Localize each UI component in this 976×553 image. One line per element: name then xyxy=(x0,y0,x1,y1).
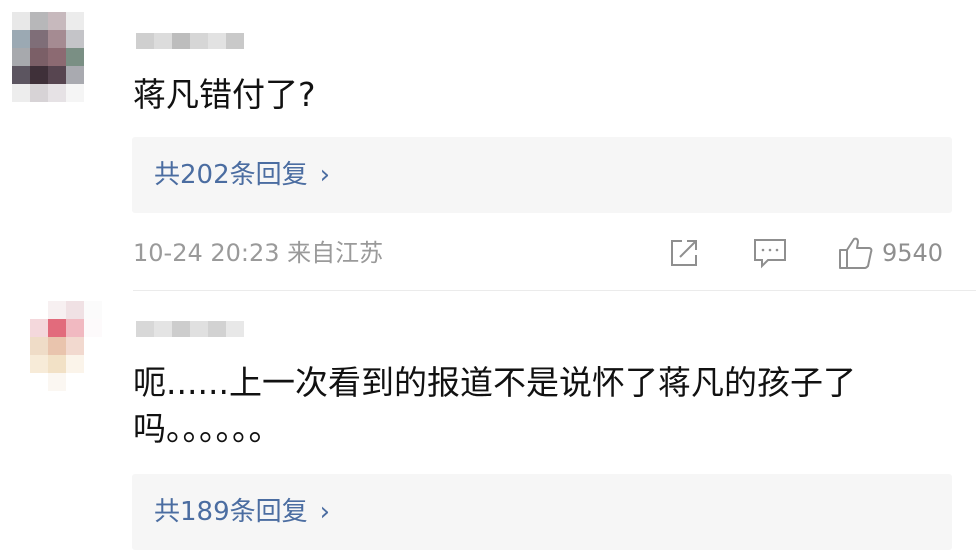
name-pixel xyxy=(190,321,208,337)
chevron-right-icon: › xyxy=(319,160,331,190)
comment-button[interactable] xyxy=(753,237,787,269)
comment-item: 呃......上一次看到的报道不是说怀了蒋凡的孩子了吗。。。。。。 共189条回… xyxy=(0,291,976,553)
avatar-pixel xyxy=(84,355,102,373)
thumbs-up-icon xyxy=(839,237,873,269)
view-replies-link[interactable]: 共202条回复 › xyxy=(154,137,330,213)
share-button[interactable] xyxy=(668,237,700,269)
reply-count-label: 共202条回复 xyxy=(154,160,308,190)
avatar-pixel xyxy=(66,337,84,355)
avatar[interactable] xyxy=(30,301,102,391)
avatar-pixel xyxy=(84,337,102,355)
chevron-right-icon: › xyxy=(319,497,331,527)
comment-item: 蒋凡错付了? 共202条回复 › 10-24 20:23 来自江苏 9540 xyxy=(0,0,976,290)
name-pixel xyxy=(136,33,154,49)
name-pixel xyxy=(154,33,172,49)
avatar-pixel xyxy=(48,12,66,30)
comment-icon xyxy=(754,239,786,269)
reply-summary[interactable]: 共202条回复 › xyxy=(132,137,952,213)
share-icon xyxy=(671,240,697,266)
avatar-pixel xyxy=(12,12,30,30)
avatar-pixel xyxy=(30,66,48,84)
avatar-pixel xyxy=(30,355,48,373)
name-pixel xyxy=(208,321,226,337)
avatar-pixel xyxy=(30,301,48,319)
timestamp-location: 10-24 20:23 来自江苏 xyxy=(133,239,384,267)
avatar-pixel xyxy=(30,337,48,355)
avatar-pixel xyxy=(66,373,84,391)
avatar-pixel xyxy=(66,48,84,66)
avatar-pixel xyxy=(12,48,30,66)
avatar-pixel xyxy=(66,66,84,84)
avatar-pixel xyxy=(48,30,66,48)
avatar-pixel xyxy=(66,12,84,30)
avatar-pixel xyxy=(30,373,48,391)
avatar-pixel xyxy=(66,301,84,319)
avatar-pixel xyxy=(84,373,102,391)
avatar-pixel xyxy=(48,301,66,319)
avatar-pixel xyxy=(66,355,84,373)
avatar-pixel xyxy=(12,66,30,84)
avatar-pixel xyxy=(30,84,48,102)
username-pixelated[interactable] xyxy=(136,33,244,49)
avatar-pixel xyxy=(48,355,66,373)
avatar-pixel xyxy=(12,30,30,48)
name-pixel xyxy=(226,33,244,49)
avatar[interactable] xyxy=(12,12,84,102)
name-pixel xyxy=(208,33,226,49)
avatar-pixel xyxy=(66,84,84,102)
name-pixel xyxy=(172,33,190,49)
avatar-pixel xyxy=(66,319,84,337)
name-pixel xyxy=(172,321,190,337)
reply-summary[interactable]: 共189条回复 › xyxy=(132,474,952,550)
comment-meta: 10-24 20:23 来自江苏 9540 xyxy=(133,233,953,273)
like-count: 9540 xyxy=(882,239,944,267)
avatar-pixel xyxy=(48,319,66,337)
name-pixel xyxy=(154,321,172,337)
comment-text: 蒋凡错付了? xyxy=(133,75,316,114)
avatar-pixel xyxy=(30,30,48,48)
name-pixel xyxy=(226,321,244,337)
avatar-pixel xyxy=(48,48,66,66)
avatar-pixel xyxy=(12,84,30,102)
username-pixelated[interactable] xyxy=(136,321,244,337)
avatar-pixel xyxy=(84,301,102,319)
avatar-pixel xyxy=(48,66,66,84)
reply-count-label: 共189条回复 xyxy=(154,497,308,527)
avatar-pixel xyxy=(66,30,84,48)
comment-text: 呃......上一次看到的报道不是说怀了蒋凡的孩子了吗。。。。。。 xyxy=(133,363,856,448)
avatar-pixel xyxy=(84,319,102,337)
like-button[interactable]: 9540 xyxy=(838,237,943,269)
avatar-pixel xyxy=(48,337,66,355)
name-pixel xyxy=(190,33,208,49)
avatar-pixel xyxy=(48,373,66,391)
avatar-pixel xyxy=(30,48,48,66)
name-pixel xyxy=(136,321,154,337)
view-replies-link[interactable]: 共189条回复 › xyxy=(154,474,330,550)
avatar-pixel xyxy=(30,12,48,30)
avatar-pixel xyxy=(30,319,48,337)
avatar-pixel xyxy=(48,84,66,102)
